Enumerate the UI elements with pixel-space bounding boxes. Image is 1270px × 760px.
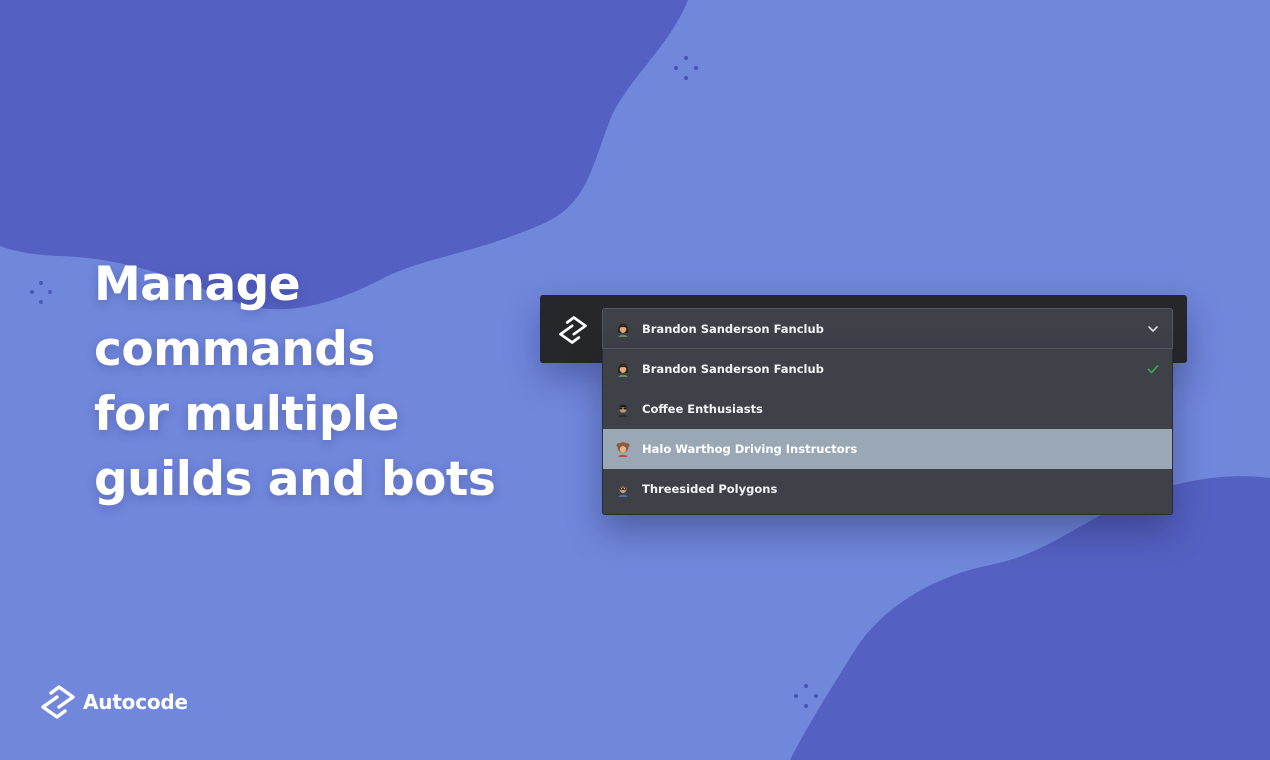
guild-option-label: Threesided Polygons bbox=[642, 482, 778, 496]
sparkle-bottom bbox=[794, 684, 818, 708]
bottom-right-blob bbox=[790, 476, 1270, 760]
check-icon bbox=[1147, 365, 1159, 374]
sparkle-left bbox=[30, 281, 52, 304]
guild-option-label: Halo Warthog Driving Instructors bbox=[642, 442, 858, 456]
guild-option-label: Coffee Enthusiasts bbox=[642, 402, 763, 416]
guild-option[interactable]: Coffee Enthusiasts bbox=[603, 389, 1172, 429]
guild-avatar-icon bbox=[618, 404, 628, 417]
sparkle-top bbox=[674, 56, 698, 80]
headline-line: Manage bbox=[94, 257, 301, 312]
guild-option[interactable]: Halo Warthog Driving Instructors bbox=[603, 429, 1172, 469]
guild-selector[interactable]: Brandon Sanderson Fanclub bbox=[602, 308, 1173, 349]
autocode-logo-icon[interactable] bbox=[558, 315, 588, 345]
guild-avatar-icon bbox=[618, 363, 628, 377]
guild-option-label: Brandon Sanderson Fanclub bbox=[642, 362, 824, 376]
autocode-logo-icon bbox=[41, 685, 75, 719]
guild-avatar-icon bbox=[616, 442, 630, 457]
brand-name: Autocode bbox=[83, 690, 188, 714]
headline-line: guilds and bots bbox=[94, 452, 496, 507]
guild-avatar-icon bbox=[618, 323, 628, 337]
guild-option[interactable]: Threesided Polygons bbox=[603, 469, 1172, 509]
chevron-down-icon[interactable] bbox=[1146, 322, 1160, 336]
guild-option[interactable]: Brandon Sanderson Fanclub bbox=[603, 349, 1172, 389]
headline: Manage commands for multiple guilds and … bbox=[94, 252, 496, 512]
guild-dropdown-menu: Brandon Sanderson Fanclub Coffee Enthusi… bbox=[602, 349, 1173, 515]
headline-line: commands bbox=[94, 322, 375, 377]
selected-guild-label: Brandon Sanderson Fanclub bbox=[642, 321, 824, 336]
headline-line: for multiple bbox=[94, 387, 400, 442]
brand: Autocode bbox=[40, 684, 188, 720]
guild-avatar-icon bbox=[618, 485, 628, 497]
